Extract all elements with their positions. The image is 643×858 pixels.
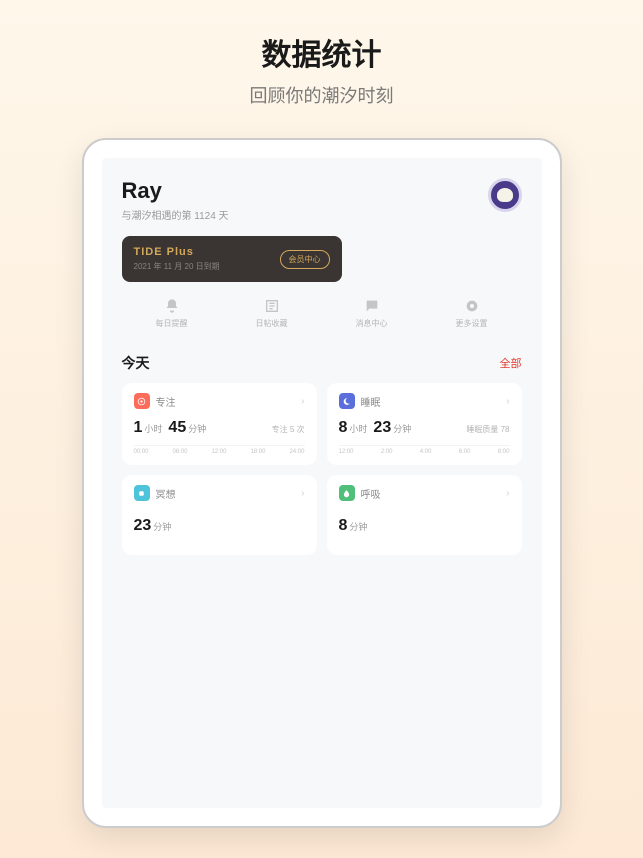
bell-icon (164, 298, 180, 314)
focus-card-title: 专注 (156, 394, 176, 409)
meditation-card-title: 冥想 (156, 486, 176, 501)
bookmark-icon (264, 298, 280, 314)
section-header: 今天 全部 (122, 353, 522, 373)
focus-icon (134, 393, 150, 409)
stat-cards-row-2: 冥想 › 23 分钟 (122, 475, 522, 555)
avatar-icon (497, 188, 513, 202)
nav-settings[interactable]: 更多设置 (422, 298, 522, 329)
focus-mins-unit: 分钟 (188, 422, 206, 435)
nav-label: 更多设置 (456, 318, 488, 329)
user-subtitle: 与潮汐相遇的第 1124 天 (122, 207, 229, 222)
nav-label: 每日提醒 (156, 318, 188, 329)
section-all-link[interactable]: 全部 (500, 355, 522, 371)
axis-tick: 6:00 (459, 449, 471, 455)
sleep-duration: 8 小时 23 分钟 (339, 419, 412, 437)
breath-mins: 8 (339, 517, 348, 535)
breath-duration: 8 分钟 (339, 517, 510, 535)
axis-tick: 06:00 (172, 449, 187, 455)
breath-mins-unit: 分钟 (349, 520, 367, 533)
focus-mins: 45 (168, 419, 186, 437)
axis-tick: 18:00 (250, 449, 265, 455)
sleep-hours: 8 (339, 419, 348, 437)
breath-icon (339, 485, 355, 501)
meditation-mins: 23 (134, 517, 152, 535)
nav-label: 消息中心 (356, 318, 388, 329)
promo-title: 数据统计 (262, 30, 382, 74)
header: Ray 与潮汐相遇的第 1124 天 (122, 178, 522, 222)
app-screen: Ray 与潮汐相遇的第 1124 天 TIDE Plus 2021 年 11 月… (102, 158, 542, 808)
plus-card[interactable]: TIDE Plus 2021 年 11 月 20 日到期 会员中心 (122, 236, 342, 282)
focus-card[interactable]: 专注 › 1 小时 45 分钟 专注 5 次 (122, 383, 317, 465)
meditation-mins-unit: 分钟 (153, 520, 171, 533)
meditation-card[interactable]: 冥想 › 23 分钟 (122, 475, 317, 555)
stat-cards-row-1: 专注 › 1 小时 45 分钟 专注 5 次 (122, 383, 522, 465)
plus-title: TIDE Plus (134, 246, 220, 258)
axis-tick: 12:00 (211, 449, 226, 455)
meditation-duration: 23 分钟 (134, 517, 305, 535)
nav-row: 每日提醒 日帖收藏 消息中心 更多设置 (122, 298, 522, 329)
sleep-hours-unit: 小时 (349, 422, 367, 435)
promo-subtitle: 回顾你的潮汐时刻 (250, 82, 394, 108)
section-title: 今天 (122, 353, 150, 373)
axis-tick: 8:00 (498, 449, 510, 455)
nav-daily-reminder[interactable]: 每日提醒 (122, 298, 222, 329)
axis-tick: 24:00 (289, 449, 304, 455)
plus-date: 2021 年 11 月 20 日到期 (134, 261, 220, 272)
tablet-frame: Ray 与潮汐相遇的第 1124 天 TIDE Plus 2021 年 11 月… (82, 138, 562, 828)
chevron-right-icon: › (506, 396, 509, 407)
focus-count: 专注 5 次 (272, 424, 305, 435)
sleep-mins: 23 (373, 419, 391, 437)
sleep-icon (339, 393, 355, 409)
focus-chart: 00:00 06:00 12:00 18:00 24:00 (134, 445, 305, 455)
sleep-quality: 睡眠质量 78 (466, 424, 509, 435)
avatar[interactable] (488, 178, 522, 212)
chevron-right-icon: › (301, 488, 304, 499)
breath-card-title: 呼吸 (361, 486, 381, 501)
axis-tick: 00:00 (134, 449, 149, 455)
sleep-card-title: 睡眠 (361, 394, 381, 409)
today-section: 今天 全部 专注 › (122, 353, 522, 555)
gear-icon (464, 298, 480, 314)
plus-text: TIDE Plus 2021 年 11 月 20 日到期 (134, 246, 220, 272)
axis-tick: 12:00 (339, 449, 354, 455)
axis-tick: 4:00 (420, 449, 432, 455)
focus-hours-unit: 小时 (144, 422, 162, 435)
chevron-right-icon: › (301, 396, 304, 407)
user-block: Ray 与潮汐相遇的第 1124 天 (122, 178, 229, 222)
focus-hours: 1 (134, 419, 143, 437)
user-name: Ray (122, 178, 229, 204)
nav-favorites[interactable]: 日帖收藏 (222, 298, 322, 329)
breath-card[interactable]: 呼吸 › 8 分钟 (327, 475, 522, 555)
nav-label: 日帖收藏 (256, 318, 288, 329)
plus-badge[interactable]: 会员中心 (280, 250, 330, 269)
sleep-card[interactable]: 睡眠 › 8 小时 23 分钟 睡眠质量 78 (327, 383, 522, 465)
message-icon (364, 298, 380, 314)
axis-tick: 2:00 (381, 449, 393, 455)
chevron-right-icon: › (506, 488, 509, 499)
meditation-icon (134, 485, 150, 501)
sleep-chart: 12:00 2:00 4:00 6:00 8:00 (339, 445, 510, 455)
sleep-mins-unit: 分钟 (393, 422, 411, 435)
nav-messages[interactable]: 消息中心 (322, 298, 422, 329)
focus-duration: 1 小时 45 分钟 (134, 419, 207, 437)
